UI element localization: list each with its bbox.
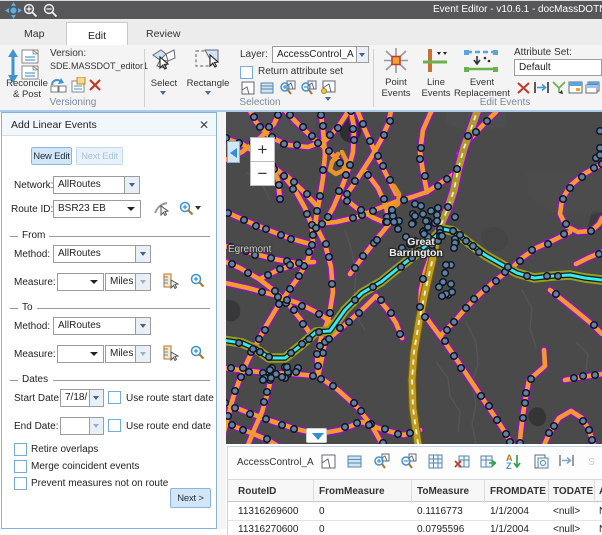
svg-text:Z: Z <box>506 461 512 470</box>
svg-text:Egremont: Egremont <box>228 244 272 255</box>
svg-text:Barrington: Barrington <box>389 247 443 259</box>
